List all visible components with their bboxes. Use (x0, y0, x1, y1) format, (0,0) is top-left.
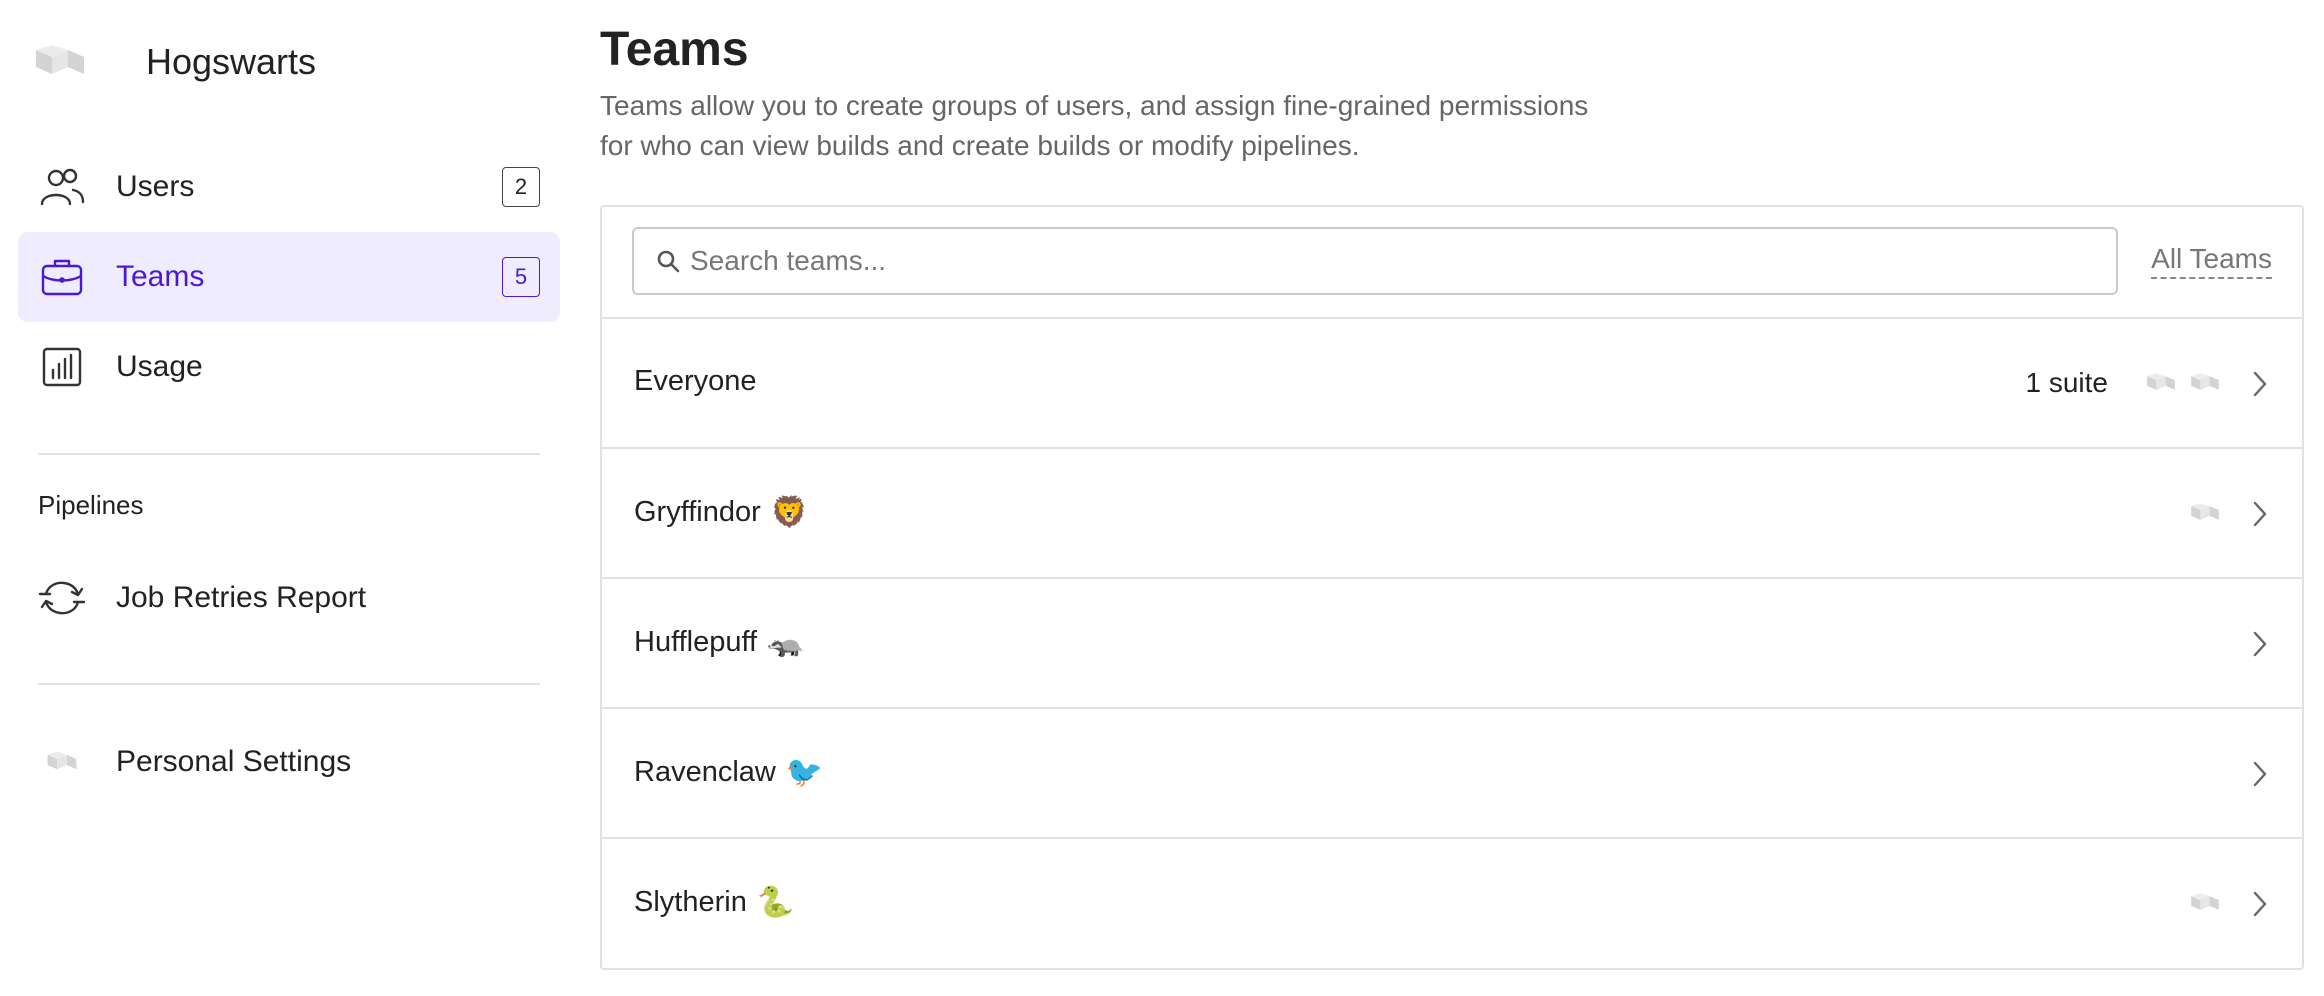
chevron-right-icon (2253, 891, 2267, 917)
teams-panel: All Teams Everyone 1 suite (600, 205, 2304, 970)
team-row-hufflepuff[interactable]: Hufflepuff 🦡 (602, 579, 2302, 709)
team-row-everyone[interactable]: Everyone 1 suite (602, 319, 2302, 449)
search-input[interactable] (690, 237, 2090, 285)
all-teams-filter[interactable]: All Teams (2151, 243, 2272, 279)
chevron-right-icon (2253, 371, 2267, 397)
sidebar: Hogswarts Users 2 Teams 5 Usage Pipeline… (0, 0, 580, 996)
member-avatar-icon (2147, 373, 2175, 390)
bar-chart-icon (38, 343, 86, 391)
team-emoji: 🐍 (756, 886, 795, 919)
team-emoji: 🐦 (785, 756, 824, 789)
team-emoji: 🦁 (770, 496, 809, 529)
sidebar-item-personal-settings[interactable]: Personal Settings (18, 717, 560, 807)
teams-panel-header: All Teams (602, 207, 2302, 319)
team-name: Hufflepuff 🦡 (634, 626, 805, 659)
sidebar-divider (38, 683, 540, 685)
team-row-gryffindor[interactable]: Gryffindor 🦁 (602, 449, 2302, 579)
team-member-avatars (2146, 371, 2220, 397)
sidebar-item-label: Usage (116, 350, 203, 383)
chevron-right-icon (2253, 501, 2267, 527)
search-box[interactable] (632, 227, 2118, 295)
briefcase-icon (38, 253, 86, 301)
team-emoji: 🦡 (767, 626, 805, 659)
org-name: Hogswarts (146, 41, 317, 82)
team-name: Slytherin 🐍 (634, 886, 795, 919)
retry-icon (38, 574, 86, 622)
sidebar-item-label: Users (116, 170, 195, 203)
member-avatar-icon (2191, 893, 2219, 910)
member-avatar-icon (2191, 373, 2219, 390)
sidebar-item-label: Job Retries Report (116, 581, 367, 614)
team-name: Ravenclaw 🐦 (634, 756, 824, 789)
team-name: Everyone (634, 365, 757, 397)
page-description: Teams allow you to create groups of user… (600, 90, 1589, 161)
sidebar-item-job-retries-report[interactable]: Job Retries Report (18, 553, 560, 643)
team-member-avatars (2190, 501, 2220, 527)
sidebar-divider (38, 453, 540, 455)
user-avatar-icon (38, 738, 86, 786)
sidebar-item-teams[interactable]: Teams 5 (18, 232, 560, 322)
sidebar-item-usage[interactable]: Usage (18, 322, 560, 412)
sidebar-item-label: Personal Settings (116, 745, 352, 778)
users-count-badge: 2 (502, 167, 540, 207)
buildkite-logo-icon (34, 42, 86, 82)
org-header[interactable]: Hogswarts (34, 30, 316, 94)
team-row-ravenclaw[interactable]: Ravenclaw 🐦 (602, 709, 2302, 839)
team-row-slytherin[interactable]: Slytherin 🐍 (602, 839, 2302, 969)
chevron-right-icon (2253, 761, 2267, 787)
app: Hogswarts Users 2 Teams 5 Usage Pipeline… (0, 0, 2324, 996)
users-icon (38, 163, 86, 211)
chevron-right-icon (2253, 631, 2267, 657)
sidebar-item-label: Teams (116, 260, 205, 293)
teams-count-badge: 5 (502, 257, 540, 297)
sidebar-item-users[interactable]: Users 2 (18, 142, 560, 232)
member-avatar-icon (2191, 503, 2219, 520)
pipelines-section-title: Pipelines (38, 490, 144, 520)
team-suite-count: 1 suite (2025, 367, 2109, 398)
team-name: Gryffindor 🦁 (634, 496, 809, 529)
search-icon (656, 249, 682, 275)
team-member-avatars (2190, 891, 2220, 917)
page-title: Teams (600, 23, 749, 76)
